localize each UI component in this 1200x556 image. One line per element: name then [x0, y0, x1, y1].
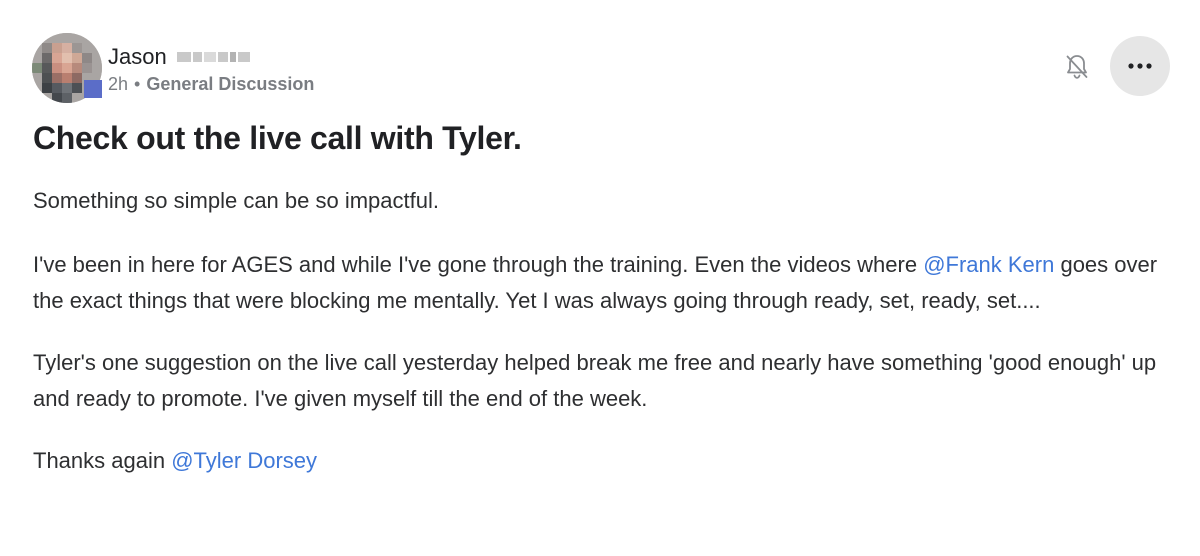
more-horizontal-icon [1128, 63, 1152, 69]
post-title: Check out the live call with Tyler. [33, 120, 522, 156]
post-paragraph-1: Something so simple can be so impactful. [33, 188, 439, 213]
notification-toggle-button[interactable] [1058, 48, 1096, 86]
post-time: 2h [108, 73, 129, 94]
post-paragraph-4: Thanks again @Tyler Dorsey [33, 443, 1173, 479]
meta-separator: • [134, 73, 141, 94]
more-options-button[interactable] [1110, 36, 1170, 96]
post-paragraph-3: Tyler's one suggestion on the live call … [33, 350, 1157, 411]
avatar-status-badge [84, 80, 102, 98]
paragraph-text: Thanks again [33, 448, 172, 473]
post-body: Something so simple can be so impactful.… [33, 183, 1173, 479]
post-category-link[interactable]: General Discussion [146, 74, 314, 95]
author-name-row: Jason [108, 42, 314, 72]
redacted-surname [176, 49, 250, 65]
mention-frank-kern[interactable]: @Frank Kern [923, 252, 1054, 277]
mention-tyler-dorsey[interactable]: @Tyler Dorsey [171, 448, 317, 473]
post-meta: 2h • General Discussion [108, 74, 314, 95]
post-paragraph-2: I've been in here for AGES and while I'v… [33, 247, 1173, 319]
community-post: Jason 2h • General Discussion Check out … [0, 0, 1200, 556]
author-name[interactable]: Jason [108, 44, 167, 70]
bell-off-icon [1066, 55, 1088, 79]
post-header: Jason 2h • General Discussion [32, 32, 314, 104]
paragraph-text: I've been in here for AGES and while I'v… [33, 252, 924, 277]
author-info: Jason 2h • General Discussion [108, 42, 314, 95]
